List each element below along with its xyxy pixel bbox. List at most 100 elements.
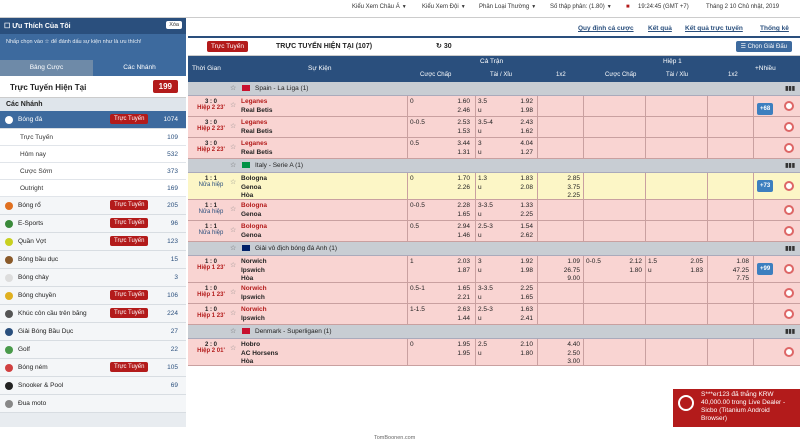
live-badge[interactable]: Trực Tuyến xyxy=(110,308,149,318)
away-1x2-odds[interactable]: 3.75 xyxy=(560,184,580,191)
sort-dropdown[interactable]: Phân Loại Thường ▼ xyxy=(479,4,536,10)
sidebar-item-sport[interactable]: Đua moto xyxy=(0,395,186,413)
star-icon[interactable]: ☆ xyxy=(230,205,236,213)
live-results-link[interactable]: Kết quả trực tuyến xyxy=(685,25,743,32)
home-handicap-odds[interactable]: 1.95 xyxy=(450,341,470,348)
more-markets-button[interactable]: +73 xyxy=(757,180,774,192)
under-odds[interactable]: 1.62 xyxy=(513,128,533,135)
stats-icon[interactable] xyxy=(784,264,794,274)
over-odds[interactable]: 1.92 xyxy=(513,98,533,105)
star-icon[interactable]: ☆ xyxy=(230,161,236,169)
sidebar-sub-live[interactable]: Trực Tuyến 109 xyxy=(0,129,186,146)
live-badge[interactable]: Trực Tuyến xyxy=(110,236,149,246)
refresh-button[interactable]: ↻ 30 xyxy=(436,42,452,50)
team-view-dropdown[interactable]: Kiểu Xem Đội ▼ xyxy=(422,4,466,10)
live-badge[interactable]: Trực Tuyến xyxy=(110,200,149,210)
more-markets-button[interactable]: +99 xyxy=(757,263,774,275)
away-handicap-odds[interactable]: 1.46 xyxy=(450,232,470,239)
draw-1x2-odds[interactable]: 2.25 xyxy=(560,192,580,199)
over-odds[interactable]: 1.54 xyxy=(513,223,533,230)
star-icon[interactable]: ☆ xyxy=(230,122,236,130)
league-header[interactable]: ☆ Spain - La Liga (1) ▮▮▮ xyxy=(188,82,800,96)
over-odds[interactable]: 1.92 xyxy=(513,258,533,265)
sidebar-item-sport[interactable]: Golf 22 xyxy=(0,341,186,359)
away-handicap-odds[interactable]: 2.26 xyxy=(450,184,470,191)
tab-betslip[interactable]: Bảng Cược xyxy=(0,60,93,76)
half-draw-1x2-odds[interactable]: 7.75 xyxy=(729,275,749,282)
star-icon[interactable]: ☆ xyxy=(230,101,236,109)
stats-link[interactable]: Thống kê xyxy=(760,25,789,32)
home-1x2-odds[interactable]: 2.85 xyxy=(560,175,580,182)
over-odds[interactable]: 1.33 xyxy=(513,202,533,209)
more-icon[interactable]: ▮▮▮ xyxy=(785,328,795,335)
stats-icon[interactable] xyxy=(784,101,794,111)
home-1x2-odds[interactable]: 4.40 xyxy=(560,341,580,348)
delete-favorites-button[interactable]: Xóa xyxy=(166,21,182,29)
select-league-button[interactable]: ☰ Chọn Giải Đấu xyxy=(735,41,792,52)
sidebar-sub-early[interactable]: Cược Sớm 373 xyxy=(0,163,186,180)
live-badge[interactable]: Trực Tuyến xyxy=(110,218,149,228)
sidebar-item-sport[interactable]: Snooker & Pool 69 xyxy=(0,377,186,395)
home-handicap-odds[interactable]: 1.70 xyxy=(450,175,470,182)
stats-icon[interactable] xyxy=(784,122,794,132)
star-icon[interactable]: ☆ xyxy=(230,261,236,269)
away-1x2-odds[interactable]: 2.50 xyxy=(560,350,580,357)
half-over-odds[interactable]: 2.05 xyxy=(683,258,703,265)
live-badge[interactable]: Trực Tuyến xyxy=(110,362,149,372)
under-odds[interactable]: 2.41 xyxy=(513,315,533,322)
rules-link[interactable]: Quy định cá cược xyxy=(578,25,634,32)
under-odds[interactable]: 2.25 xyxy=(513,211,533,218)
sidebar-item-sport[interactable]: Bóng ném Trực Tuyến 105 xyxy=(0,359,186,377)
stats-icon[interactable] xyxy=(784,347,794,357)
home-handicap-odds[interactable]: 3.44 xyxy=(450,140,470,147)
stats-icon[interactable] xyxy=(784,205,794,215)
under-odds[interactable]: 1.80 xyxy=(513,350,533,357)
league-header[interactable]: ☆ Denmark - Superligaen (1) ▮▮▮ xyxy=(188,325,800,339)
under-odds[interactable]: 2.62 xyxy=(513,232,533,239)
home-1x2-odds[interactable]: 1.09 xyxy=(560,258,580,265)
under-odds[interactable]: 1.27 xyxy=(513,149,533,156)
more-icon[interactable]: ▮▮▮ xyxy=(785,162,795,169)
half-under-odds[interactable]: 1.83 xyxy=(683,267,703,274)
stats-icon[interactable] xyxy=(784,309,794,319)
more-icon[interactable]: ▮▮▮ xyxy=(785,245,795,252)
over-odds[interactable]: 2.43 xyxy=(513,119,533,126)
tab-branches[interactable]: Các Nhánh xyxy=(93,60,186,76)
over-odds[interactable]: 1.63 xyxy=(513,306,533,313)
odds-view-dropdown[interactable]: Kiểu Xem Châu Á ▼ xyxy=(352,4,407,10)
away-handicap-odds[interactable]: 1.87 xyxy=(450,267,470,274)
star-icon[interactable]: ☆ xyxy=(230,344,236,352)
stats-icon[interactable] xyxy=(784,143,794,153)
home-handicap-odds[interactable]: 2.63 xyxy=(450,306,470,313)
away-handicap-odds[interactable]: 1.53 xyxy=(450,128,470,135)
under-odds[interactable]: 1.98 xyxy=(513,107,533,114)
star-icon[interactable]: ☆ xyxy=(230,244,236,252)
stats-icon[interactable] xyxy=(784,181,794,191)
sidebar-item-sport[interactable]: Bóng chuyền Trực Tuyến 106 xyxy=(0,287,186,305)
sidebar-item-sport[interactable]: Quần Vợt Trực Tuyến 123 xyxy=(0,233,186,251)
sidebar-item-sport[interactable]: Bóng bầu dục 15 xyxy=(0,251,186,269)
away-handicap-odds[interactable]: 1.44 xyxy=(450,315,470,322)
live-badge[interactable]: Trực Tuyến xyxy=(110,114,149,124)
league-header[interactable]: ☆ Giải vô địch bóng đá Anh (1) ▮▮▮ xyxy=(188,242,800,256)
decimal-dropdown[interactable]: Số thập phân: (1.80) ▼ xyxy=(550,4,612,10)
star-icon[interactable]: ☆ xyxy=(230,309,236,317)
away-handicap-odds[interactable]: 1.95 xyxy=(450,350,470,357)
live-now-row[interactable]: Trực Tuyến Hiện Tại 199 xyxy=(0,76,186,98)
under-odds[interactable]: 1.65 xyxy=(513,294,533,301)
star-icon[interactable]: ☆ xyxy=(230,288,236,296)
results-link[interactable]: Kết quả xyxy=(648,25,672,32)
sidebar-item-sport[interactable]: E-Sports Trực Tuyến 96 xyxy=(0,215,186,233)
flag-icon[interactable]: ■ xyxy=(626,4,630,10)
sidebar-sub-outright[interactable]: Outright 169 xyxy=(0,180,186,197)
over-odds[interactable]: 2.25 xyxy=(513,285,533,292)
sidebar-item-sport[interactable]: Bóng rổ Trực Tuyến 205 xyxy=(0,197,186,215)
away-1x2-odds[interactable]: 26.75 xyxy=(560,267,580,274)
away-handicap-odds[interactable]: 2.21 xyxy=(450,294,470,301)
draw-1x2-odds[interactable]: 3.00 xyxy=(560,358,580,365)
live-badge[interactable]: Trực Tuyến xyxy=(207,41,249,52)
under-odds[interactable]: 2.08 xyxy=(513,184,533,191)
sidebar-item-sport[interactable]: Bóng chày 3 xyxy=(0,269,186,287)
star-icon[interactable]: ☆ xyxy=(230,327,236,335)
draw-1x2-odds[interactable]: 9.00 xyxy=(560,275,580,282)
